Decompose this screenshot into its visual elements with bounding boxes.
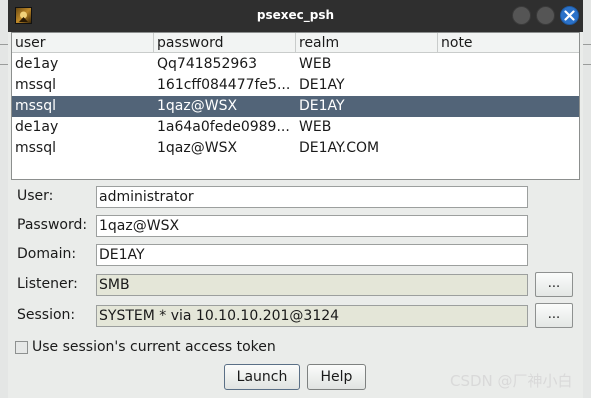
listener-browse-button[interactable]: ... (535, 272, 573, 297)
table-row[interactable]: de1ay Qq741852963 WEB (12, 54, 579, 75)
table-row[interactable]: mssql 161cff084477fe5... DE1AY (12, 75, 579, 96)
cell-note (438, 138, 579, 159)
cell-realm: WEB (299, 56, 332, 72)
column-header-realm[interactable]: realm (296, 33, 438, 53)
column-header-user[interactable]: user (12, 33, 154, 53)
watermark: CSDN @厂神小白 (450, 372, 573, 390)
cell-user: de1ay (15, 119, 59, 135)
table-row[interactable]: de1ay 1a64a0fede0989... WEB (12, 117, 579, 138)
launch-button[interactable]: Launch (224, 364, 300, 390)
domain-field[interactable]: DE1AY (96, 244, 528, 266)
session-field: SYSTEM * via 10.10.10.201@3124 (96, 305, 528, 327)
cell-user: mssql (15, 77, 57, 93)
help-button[interactable]: Help (307, 364, 366, 390)
session-label: Session: (17, 307, 76, 323)
column-header-note[interactable]: note (438, 33, 579, 53)
password-field[interactable]: 1qaz@WSX (96, 215, 528, 237)
cell-realm: DE1AY (299, 77, 345, 93)
maximize-button[interactable] (536, 6, 555, 25)
table-row[interactable]: mssql 1qaz@WSX DE1AY.COM (12, 138, 579, 159)
token-checkbox-label[interactable]: Use session's current access token (32, 339, 276, 355)
password-label: Password: (17, 217, 88, 233)
cell-note (438, 117, 579, 138)
cell-user: mssql (15, 98, 57, 114)
window-title: psexec_psh (256, 8, 335, 22)
title-bar[interactable]: psexec_psh (8, 0, 583, 32)
cell-user: mssql (15, 140, 57, 156)
close-icon (564, 10, 575, 21)
close-button[interactable] (560, 6, 579, 25)
cell-user: de1ay (15, 56, 59, 72)
cell-realm: DE1AY.COM (299, 140, 380, 156)
cell-realm: WEB (299, 119, 332, 135)
psexec-dialog: psexec_psh user password realm note de1a… (8, 0, 583, 398)
token-checkbox[interactable] (15, 341, 28, 354)
listener-field: SMB (96, 274, 528, 296)
background-app-right (582, 0, 591, 398)
table-header: user password realm note (12, 33, 579, 53)
session-browse-button[interactable]: ... (535, 303, 573, 328)
cell-password: 161cff084477fe5... (157, 77, 291, 93)
cell-note (438, 96, 579, 117)
cell-note (438, 54, 579, 75)
cell-password: 1qaz@WSX (157, 98, 238, 114)
credentials-table[interactable]: user password realm note de1ay Qq7418529… (11, 32, 580, 180)
cell-password: Qq741852963 (157, 56, 258, 72)
user-field[interactable]: administrator (96, 186, 528, 208)
cell-password: 1qaz@WSX (157, 140, 238, 156)
user-label: User: (17, 188, 54, 204)
domain-label: Domain: (17, 246, 77, 262)
column-header-password[interactable]: password (154, 33, 296, 53)
listener-label: Listener: (17, 276, 78, 292)
minimize-button[interactable] (512, 6, 531, 25)
table-row-selected[interactable]: mssql 1qaz@WSX DE1AY (12, 96, 579, 117)
cell-realm: DE1AY (299, 98, 345, 114)
cell-password: 1a64a0fede0989... (157, 119, 290, 135)
cell-note (438, 75, 579, 96)
